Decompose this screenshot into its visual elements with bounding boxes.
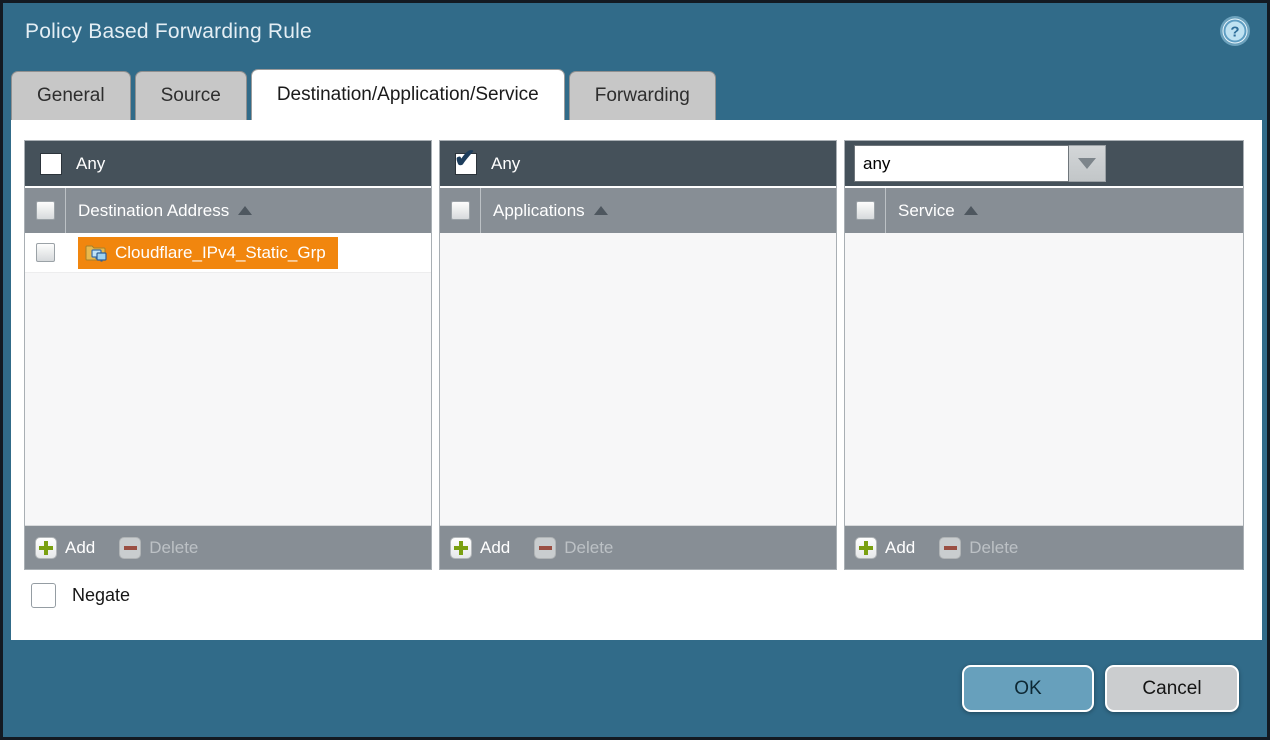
destination-address-panel: Any Destination Address xyxy=(24,140,432,570)
applications-column-header: Applications xyxy=(440,186,836,233)
minus-icon xyxy=(534,537,556,559)
applications-delete-button[interactable]: Delete xyxy=(534,537,613,559)
applications-selectall-checkbox[interactable] xyxy=(451,201,470,220)
service-mode-value[interactable]: any xyxy=(854,145,1069,182)
service-footer: Add Delete xyxy=(845,525,1243,569)
sort-asc-icon xyxy=(594,206,608,215)
negate-row: Negate xyxy=(31,583,130,608)
destination-selectall-checkbox[interactable] xyxy=(36,201,55,220)
tab-forwarding[interactable]: Forwarding xyxy=(569,71,716,120)
tab-bar: General Source Destination/Application/S… xyxy=(11,69,716,120)
ok-button[interactable]: OK xyxy=(962,665,1094,712)
applications-header-label[interactable]: Applications xyxy=(493,201,585,221)
sort-asc-icon xyxy=(964,206,978,215)
negate-checkbox[interactable] xyxy=(31,583,56,608)
plus-icon xyxy=(855,537,877,559)
applications-any-checkbox[interactable]: ✔ xyxy=(455,153,477,175)
help-icon[interactable]: ? xyxy=(1219,15,1251,47)
service-list xyxy=(845,233,1243,525)
chevron-down-icon xyxy=(1078,158,1096,169)
applications-any-bar: ✔ Any xyxy=(440,141,836,186)
destination-footer: Add Delete xyxy=(25,525,431,569)
service-header-label[interactable]: Service xyxy=(898,201,955,221)
service-selectall-checkbox[interactable] xyxy=(856,201,875,220)
dialog-title: Policy Based Forwarding Rule xyxy=(25,20,312,44)
applications-list xyxy=(440,233,836,525)
destination-header-label[interactable]: Destination Address xyxy=(78,201,229,221)
destination-column-header: Destination Address xyxy=(25,186,431,233)
service-mode-bar: any xyxy=(845,141,1243,186)
destination-delete-button[interactable]: Delete xyxy=(119,537,198,559)
tab-source[interactable]: Source xyxy=(135,71,247,120)
service-panel: any Service Add Delete xyxy=(844,140,1244,570)
address-group-chip[interactable]: Cloudflare_IPv4_Static_Grp xyxy=(78,237,338,269)
tab-general[interactable]: General xyxy=(11,71,131,120)
address-group-name: Cloudflare_IPv4_Static_Grp xyxy=(115,243,326,263)
destination-any-checkbox[interactable] xyxy=(40,153,62,175)
service-delete-button[interactable]: Delete xyxy=(939,537,1018,559)
destination-add-button[interactable]: Add xyxy=(35,537,95,559)
applications-panel: ✔ Any Applications Add Delete xyxy=(439,140,837,570)
svg-text:?: ? xyxy=(1230,24,1239,41)
tab-content: Any Destination Address xyxy=(11,120,1262,640)
cancel-button[interactable]: Cancel xyxy=(1105,665,1239,712)
plus-icon xyxy=(35,537,57,559)
destination-any-bar: Any xyxy=(25,141,431,186)
service-mode-dropdown[interactable]: any xyxy=(854,145,1106,182)
pbf-rule-dialog: Policy Based Forwarding Rule ? General S… xyxy=(0,0,1270,740)
negate-label: Negate xyxy=(72,585,130,606)
list-item[interactable]: Cloudflare_IPv4_Static_Grp xyxy=(25,233,431,273)
sort-asc-icon xyxy=(238,206,252,215)
tab-destination-application-service[interactable]: Destination/Application/Service xyxy=(251,69,565,120)
applications-add-button[interactable]: Add xyxy=(450,537,510,559)
plus-icon xyxy=(450,537,472,559)
minus-icon xyxy=(939,537,961,559)
destination-any-label: Any xyxy=(76,154,105,174)
dropdown-button[interactable] xyxy=(1069,145,1106,182)
service-column-header: Service xyxy=(845,186,1243,233)
address-group-icon xyxy=(85,244,107,262)
item-checkbox[interactable] xyxy=(36,243,55,262)
destination-list: Cloudflare_IPv4_Static_Grp xyxy=(25,233,431,525)
checkmark-icon: ✔ xyxy=(454,145,476,171)
applications-footer: Add Delete xyxy=(440,525,836,569)
applications-any-label: Any xyxy=(491,154,520,174)
service-add-button[interactable]: Add xyxy=(855,537,915,559)
minus-icon xyxy=(119,537,141,559)
